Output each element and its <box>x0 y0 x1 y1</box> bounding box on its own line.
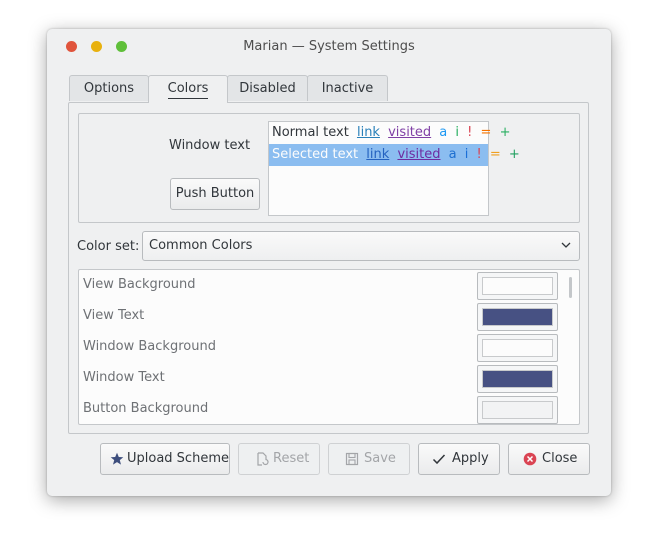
tab-label: Colors <box>167 80 209 99</box>
tab-disabled[interactable]: Disabled <box>227 75 308 101</box>
visited-link-sample[interactable]: visited <box>397 147 440 162</box>
chevron-down-icon <box>561 242 571 248</box>
button-label: Upload Scheme <box>127 451 229 466</box>
save-icon <box>345 452 359 466</box>
neutral-text-sample: = <box>489 147 501 162</box>
list-scrollbar[interactable] <box>569 277 572 298</box>
color-swatch-fill <box>482 401 553 419</box>
title-bar[interactable]: Marian — System Settings <box>47 29 611 63</box>
positive-text-sample: + <box>508 147 520 162</box>
colors-tab-panel: Window text Push Button Normal text link… <box>68 102 589 434</box>
negative-text-sample: ! <box>476 147 482 162</box>
color-list: View Background View Text Window Backgro… <box>78 269 580 425</box>
tab-label: Options <box>83 81 135 96</box>
star-icon <box>110 452 124 465</box>
tab-inactive[interactable]: Inactive <box>307 75 388 101</box>
color-role-name: Window Text <box>83 370 165 385</box>
button-label: Apply <box>452 451 489 466</box>
color-swatch-button[interactable] <box>477 272 558 300</box>
normal-text-row: Normal text link visited a i ! = + <box>269 122 510 144</box>
inactive-text-sample: i <box>455 125 460 140</box>
push-button[interactable]: Push Button <box>170 178 260 210</box>
close-circle-icon <box>523 452 537 466</box>
save-button[interactable]: Save <box>328 443 410 475</box>
neutral-text-sample: = <box>480 125 492 140</box>
checkmark-icon <box>432 454 446 465</box>
color-set-select[interactable]: Common Colors <box>142 231 580 261</box>
upload-scheme-button[interactable]: Upload Scheme <box>100 443 230 475</box>
list-item[interactable]: View Text <box>79 301 569 332</box>
close-button[interactable]: Close <box>508 443 590 475</box>
link-sample[interactable]: link <box>357 125 380 140</box>
link-sample[interactable]: link <box>366 147 389 162</box>
button-label: Reset <box>273 451 310 466</box>
color-swatch-button[interactable] <box>477 303 558 331</box>
tab-label: Disabled <box>239 81 296 96</box>
color-swatch-button[interactable] <box>477 365 558 393</box>
tab-label: Inactive <box>321 81 374 96</box>
color-swatch-fill <box>482 370 553 388</box>
list-item[interactable]: View Background <box>79 270 569 301</box>
active-text-sample: a <box>439 125 448 140</box>
color-set-value: Common Colors <box>149 238 253 253</box>
window-title: Marian — System Settings <box>243 39 415 54</box>
color-swatch-fill <box>482 308 553 326</box>
button-label: Close <box>542 451 578 466</box>
text-sample-view: Normal text link visited a i ! = + Selec… <box>268 121 520 216</box>
active-text-sample: a <box>448 147 457 162</box>
window-text-label: Window text <box>169 138 251 153</box>
negative-text-sample: ! <box>467 125 473 140</box>
reset-document-icon <box>257 452 269 466</box>
button-label: Save <box>364 451 396 466</box>
color-set-label: Color set: <box>77 239 140 254</box>
color-swatch-fill <box>482 339 553 357</box>
color-swatch-button[interactable] <box>477 396 558 424</box>
tab-colors[interactable]: Colors <box>148 75 228 103</box>
apply-button[interactable]: Apply <box>418 443 500 475</box>
tab-options[interactable]: Options <box>69 75 149 101</box>
color-role-name: View Text <box>83 308 145 323</box>
normal-text: Normal text <box>272 125 349 140</box>
selected-text: Selected text <box>272 147 359 162</box>
color-swatch-fill <box>482 277 553 295</box>
positive-text-sample: + <box>499 125 511 140</box>
color-role-name: Button Background <box>83 401 209 416</box>
list-item[interactable]: Button Background <box>79 394 569 424</box>
color-role-name: View Background <box>83 277 196 292</box>
selected-text-row: Selected text link visited a i ! = + <box>269 144 520 166</box>
list-item[interactable]: Window Text <box>79 363 569 394</box>
color-preview: Window text Push Button Normal text link… <box>78 113 580 223</box>
reset-button[interactable]: Reset <box>238 443 320 475</box>
color-swatch-button[interactable] <box>477 334 558 362</box>
list-item[interactable]: Window Background <box>79 332 569 363</box>
inactive-text-sample: i <box>464 147 469 162</box>
color-role-name: Window Background <box>83 339 216 354</box>
settings-window: Marian — System Settings Options Colors … <box>47 29 611 496</box>
visited-link-sample[interactable]: visited <box>388 125 431 140</box>
